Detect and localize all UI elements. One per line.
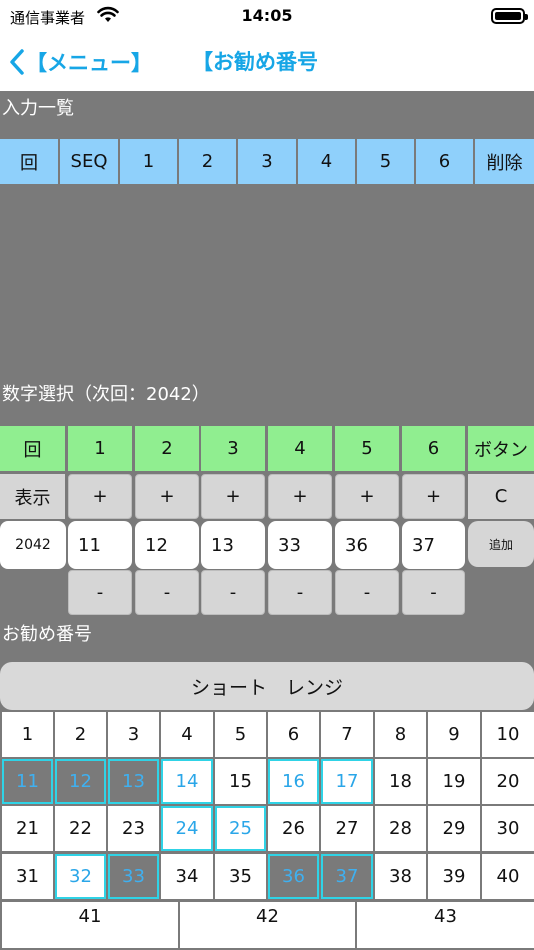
number-cell-16[interactable]: 16 [268,759,319,804]
status-bar: 通信事業者 14:05 [0,0,534,32]
number-cell-37[interactable]: 37 [321,854,373,899]
number-cell-11[interactable]: 11 [2,759,53,804]
chevron-left-icon [10,49,24,75]
header-num-3: 3 [201,426,265,471]
number-cell-12[interactable]: 12 [55,759,106,804]
page-title: 【お勧め番号 [192,50,318,74]
number-cell-29[interactable]: 29 [428,806,480,851]
clock: 14:05 [241,6,293,25]
number-select-label: 数字選択（次回：2042） [2,384,210,405]
number-cell-21[interactable]: 21 [2,806,53,851]
number-cell-4[interactable]: 4 [161,712,213,757]
selected-num-1: 11 [68,521,132,569]
number-cell-40[interactable]: 40 [482,854,534,899]
show-button[interactable]: 表示 [0,474,65,519]
decrement-num-1-button[interactable]: - [68,570,132,615]
number-cell-34[interactable]: 34 [161,854,213,899]
number-cell-27[interactable]: 27 [321,806,373,851]
add-button[interactable]: 追加 [468,521,534,567]
number-cell-3[interactable]: 3 [108,712,159,757]
increment-num-6-button[interactable]: + [402,474,465,519]
header-num-4: 4 [298,139,355,184]
header-num-2: 2 [179,139,236,184]
header-num-1: 1 [68,426,132,471]
number-cell-26[interactable]: 26 [268,806,319,851]
number-cell-30[interactable]: 30 [482,806,534,851]
clear-button[interactable]: C [468,474,534,519]
selected-num-4: 33 [268,521,332,569]
input-list-label: 入力一覧 [2,98,74,119]
header-round: 回 [0,426,65,471]
increment-num-1-button[interactable]: + [68,474,132,519]
number-cell-31[interactable]: 31 [2,854,53,899]
increment-num-2-button[interactable]: + [135,474,199,519]
header-num-1: 1 [120,139,177,184]
navigation-bar: 【メニュー】 【お勧め番号 [0,32,534,91]
number-cell-17[interactable]: 17 [321,759,373,804]
number-cell-42[interactable]: 42 [180,902,355,948]
number-cell-1[interactable]: 1 [2,712,53,757]
recommend-label: お勧め番号 [2,624,92,645]
number-cell-32[interactable]: 32 [55,854,106,899]
number-cell-19[interactable]: 19 [428,759,480,804]
back-button[interactable]: 【メニュー】 [10,45,152,79]
number-cell-18[interactable]: 18 [375,759,426,804]
increment-num-5-button[interactable]: + [335,474,399,519]
decrement-num-5-button[interactable]: - [335,570,399,615]
number-cell-41[interactable]: 41 [2,902,178,948]
header-num-3: 3 [238,139,296,184]
selected-num-2: 12 [135,521,199,569]
number-cell-24[interactable]: 24 [161,806,213,851]
decrement-num-3-button[interactable]: - [201,570,265,615]
decrement-num-4-button[interactable]: - [268,570,332,615]
header-delete: 削除 [475,139,534,184]
number-cell-22[interactable]: 22 [55,806,106,851]
number-cell-35[interactable]: 35 [215,854,266,899]
battery-icon [491,8,528,24]
header-num-4: 4 [268,426,332,471]
selected-num-3: 13 [201,521,265,569]
number-cell-9[interactable]: 9 [428,712,480,757]
number-cell-14[interactable]: 14 [161,759,213,804]
number-cell-13[interactable]: 13 [108,759,159,804]
number-cell-8[interactable]: 8 [375,712,426,757]
number-cell-25[interactable]: 25 [215,806,266,851]
selected-num-5: 36 [335,521,399,569]
number-cell-7[interactable]: 7 [321,712,373,757]
number-cell-23[interactable]: 23 [108,806,159,851]
increment-num-3-button[interactable]: + [201,474,265,519]
round-value: 2042 [0,521,66,569]
header-seq: SEQ [60,139,118,184]
number-cell-15[interactable]: 15 [215,759,266,804]
number-cell-33[interactable]: 33 [108,854,159,899]
header-round: 回 [0,139,58,184]
header-num-2: 2 [135,426,199,471]
back-button-label: 【メニュー】 [26,51,152,75]
header-num-5: 5 [335,426,399,471]
decrement-num-2-button[interactable]: - [135,570,199,615]
number-cell-10[interactable]: 10 [482,712,534,757]
header-num-6: 6 [402,426,465,471]
increment-num-4-button[interactable]: + [268,474,332,519]
number-cell-36[interactable]: 36 [268,854,319,899]
number-cell-28[interactable]: 28 [375,806,426,851]
number-cell-38[interactable]: 38 [375,854,426,899]
number-cell-6[interactable]: 6 [268,712,319,757]
header-buttons: ボタン [468,426,534,471]
header-num-5: 5 [357,139,414,184]
number-cell-20[interactable]: 20 [482,759,534,804]
decrement-num-6-button[interactable]: - [402,570,465,615]
number-cell-5[interactable]: 5 [215,712,266,757]
short-range-button[interactable]: ショート レンジ [0,662,534,710]
number-cell-43[interactable]: 43 [357,902,534,948]
number-cell-2[interactable]: 2 [55,712,106,757]
header-num-6: 6 [416,139,473,184]
selected-num-6: 37 [402,521,465,569]
number-cell-39[interactable]: 39 [428,854,480,899]
